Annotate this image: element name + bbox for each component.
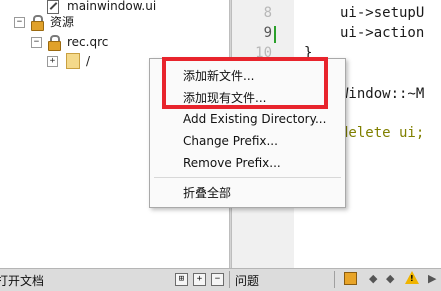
line-number-current: 9: [263, 25, 272, 41]
tree-item-label: rec.qrc: [67, 35, 109, 49]
separator: [229, 271, 230, 288]
next-arrow-icon[interactable]: ◆: [386, 272, 394, 285]
collapse-icon[interactable]: −: [14, 17, 25, 28]
code-line: delete ui;: [340, 125, 425, 141]
issues-label[interactable]: 问题: [235, 272, 259, 289]
tree-item-label: /: [86, 54, 91, 68]
menu-item-change-prefix[interactable]: Change Prefix...: [183, 132, 278, 150]
more-icon[interactable]: ▶: [428, 272, 436, 285]
tree-item-label: 资源: [50, 15, 75, 29]
tree-item-resources[interactable]: − 资源: [0, 12, 229, 32]
build-icon[interactable]: [344, 272, 357, 285]
open-documents-label: 打开文档: [0, 274, 45, 288]
split-icon[interactable]: ⊞: [175, 273, 188, 286]
annotation-highlight-box: [162, 57, 328, 109]
line-number: 8: [263, 5, 272, 21]
tree-item-rec-qrc[interactable]: − rec.qrc: [0, 32, 229, 52]
prev-arrow-icon[interactable]: ◆: [369, 272, 377, 285]
code-line: ui->action: [340, 25, 425, 41]
modified-line-marker: [274, 26, 276, 43]
menu-item-add-existing-directory[interactable]: Add Existing Directory...: [183, 110, 326, 128]
code-line: Window::~M: [340, 86, 425, 102]
lock-icon-body: [31, 21, 44, 31]
collapse-icon[interactable]: −: [31, 37, 42, 48]
lock-icon-body: [48, 41, 61, 51]
warning-mark: !: [410, 274, 414, 283]
menu-item-remove-prefix[interactable]: Remove Prefix...: [183, 154, 281, 172]
add-icon[interactable]: +: [193, 273, 206, 286]
separator: [334, 271, 335, 288]
folder-icon: [66, 53, 80, 69]
bottom-bar: 打开文档 ⊞ + − 问题 ◆ ◆ ! ▶: [0, 268, 441, 291]
code-line: ui->setupU: [340, 5, 425, 21]
expand-icon[interactable]: +: [47, 56, 58, 67]
menu-item-collapse-all[interactable]: 折叠全部: [183, 184, 231, 202]
menu-separator: [154, 177, 341, 178]
close-panel-icon[interactable]: −: [211, 273, 224, 286]
